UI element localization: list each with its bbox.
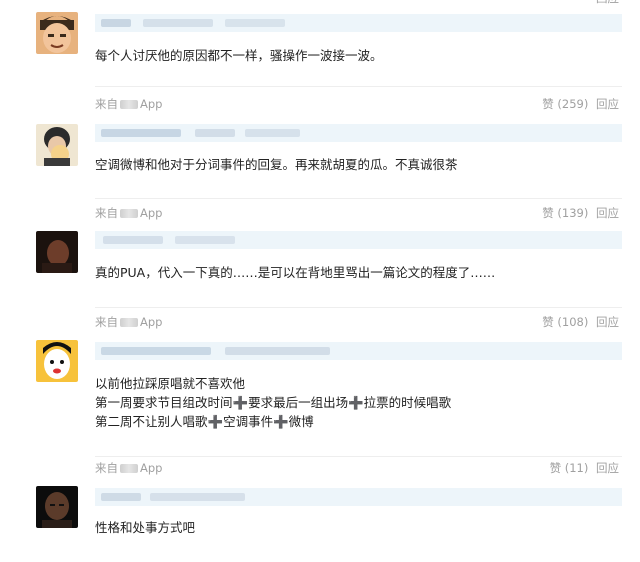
reply-button[interactable]: 回应 [596,97,619,111]
username-masked [95,231,622,249]
username-masked [95,14,622,32]
like-button[interactable]: 赞 (139) [542,206,588,220]
comment-text: 以前他拉踩原唱就不喜欢他 第一周要求节目组改时间➕要求最后一组出场➕拉票的时候唱… [95,376,452,429]
divider [95,307,622,308]
divider [95,198,622,199]
username-masked [95,124,622,142]
source-masked [120,464,138,473]
divider [95,456,622,457]
like-button[interactable]: 赞 (259) [542,97,588,111]
source-masked [120,318,138,327]
avatar[interactable] [36,340,78,382]
avatar[interactable] [36,231,78,273]
comment-text: 真的PUA，代入一下真的……是可以在背地里骂出一篇论文的程度了…… [95,265,496,280]
username-masked [95,342,622,360]
divider [95,86,622,87]
like-button[interactable]: 赞 (11) [550,461,589,475]
reply-button[interactable]: 回应 [596,315,619,329]
comment-meta: 回应 [95,0,619,6]
comment-text: 性格和处事方式吧 [95,520,196,535]
reply-button[interactable]: 回应 [596,461,619,475]
avatar[interactable] [36,486,78,528]
username-masked [95,488,622,506]
comment-meta: 来自 App 赞 (108) 回应 [95,315,619,329]
reply-button[interactable]: 回应 [596,0,619,5]
avatar[interactable] [36,12,78,54]
comment-text: 每个人讨厌他的原因都不一样，骚操作一波接一波。 [95,48,383,63]
avatar[interactable] [36,124,78,166]
source-masked [120,209,138,218]
comment-meta: 来自 App 赞 (139) 回应 [95,206,619,220]
comment-meta: 来自 App 赞 (11) 回应 [95,461,619,475]
source-masked [120,100,138,109]
like-button[interactable]: 赞 (108) [542,315,588,329]
comment-meta: 来自 App 赞 (259) 回应 [95,97,619,111]
comment-text: 空调微博和他对于分词事件的回复。再来就胡夏的瓜。不真诚很茶 [95,157,458,172]
reply-button[interactable]: 回应 [596,206,619,220]
